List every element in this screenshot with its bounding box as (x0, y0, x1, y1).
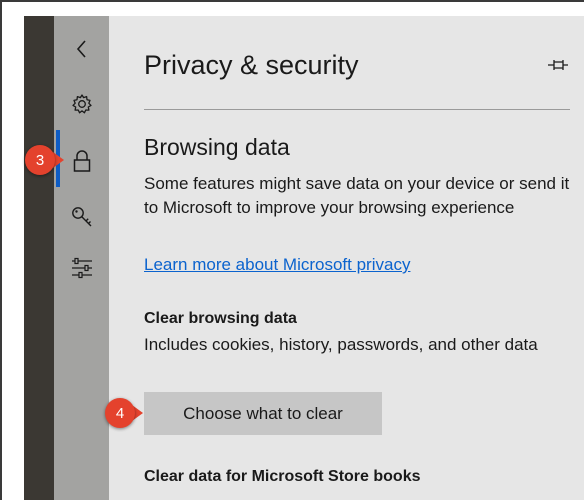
step-callout-4: 4 (105, 398, 135, 428)
settings-window: Privacy & security Browsing data Some fe… (0, 0, 584, 500)
sliders-icon[interactable] (54, 253, 109, 283)
settings-sidebar (54, 16, 109, 500)
choose-what-to-clear-button[interactable]: Choose what to clear (144, 392, 382, 435)
gear-icon[interactable] (54, 89, 109, 119)
browser-background (24, 16, 54, 500)
step-callout-3: 3 (25, 145, 55, 175)
back-chevron-icon[interactable] (54, 34, 109, 64)
browsing-data-description: Some features might save data on your de… (144, 174, 570, 217)
clear-browsing-data-description: Includes cookies, history, passwords, an… (144, 335, 538, 354)
page-title: Privacy & security (144, 50, 359, 80)
browser-edge (2, 2, 24, 500)
title-divider (144, 109, 570, 110)
clear-browsing-data-heading: Clear browsing data (144, 310, 297, 327)
clear-store-books-heading: Clear data for Microsoft Store books (144, 468, 421, 485)
pin-icon[interactable] (546, 55, 570, 75)
privacy-learn-more-link[interactable]: Learn more about Microsoft privacy (144, 255, 410, 275)
key-icon[interactable] (54, 202, 109, 232)
browsing-data-heading: Browsing data (144, 134, 290, 160)
